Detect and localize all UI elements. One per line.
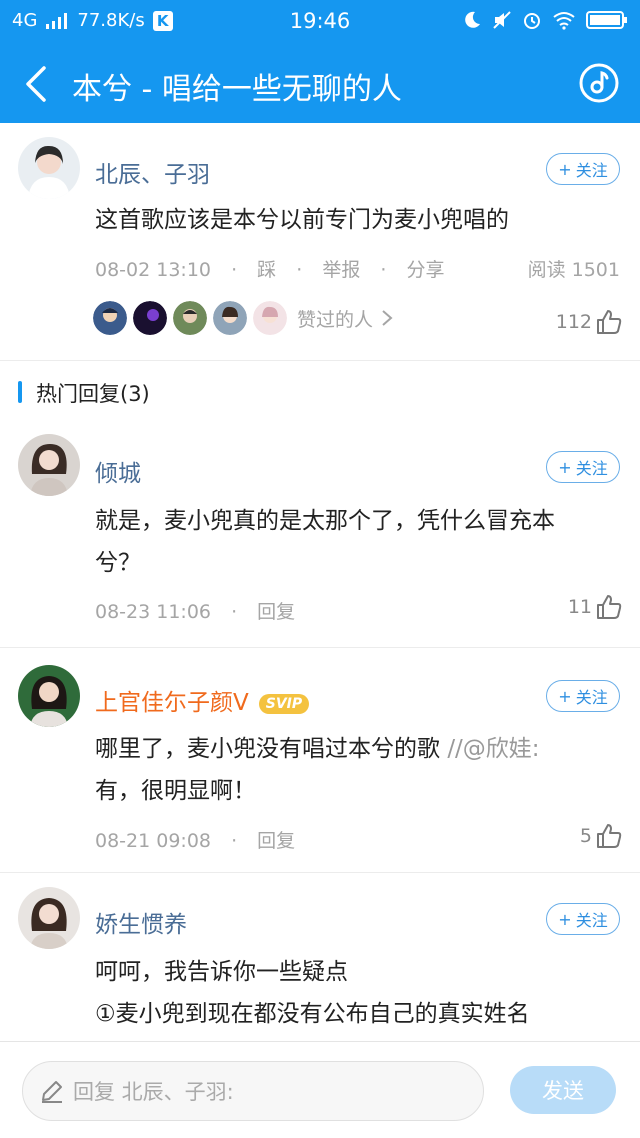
reply-text-continued: 有，很明显啊！ (95, 778, 256, 804)
avatar[interactable] (18, 434, 80, 496)
follow-button[interactable]: + 关注 (546, 680, 620, 712)
author-name[interactable]: 北辰、子羽 (95, 155, 210, 189)
svip-badge: SVIP (258, 693, 310, 714)
liker-avatar (253, 301, 287, 335)
thumbs-up-icon (597, 824, 622, 848)
separator-dot: · (231, 830, 238, 852)
pencil-icon (42, 1081, 62, 1103)
reply-input[interactable]: 回复 北辰、子羽: (22, 1061, 484, 1121)
chevron-right-icon (382, 310, 393, 326)
liker-avatar (173, 301, 207, 335)
author-name-text: 上官佳尓子颜V (95, 690, 249, 716)
author-name[interactable]: 娇生惯养 (95, 905, 187, 939)
app-header: 4G 77.8K/s K 19:46 本兮 - 唱给一些无聊的人 (0, 0, 640, 123)
reply-text: 哪里了，麦小兜没有唱过本兮的歌 //@欣娃: 有，很明显啊！ (95, 728, 600, 812)
comment-text: 这首歌应该是本兮以前专门为麦小兜唱的 (95, 207, 509, 233)
section-title: 热门回复(3) (36, 382, 150, 406)
battery-icon (586, 11, 627, 29)
reply-item: 娇生惯养 + 关注 呵呵，我告诉你一些疑点 ①麦小兜到现在都没有公布自己的真实姓… (0, 873, 640, 1041)
liker-avatar (93, 301, 127, 335)
section-accent-bar (18, 381, 22, 403)
status-right (462, 10, 628, 30)
separator-dot: · (231, 601, 238, 623)
separator-dot: · (231, 259, 238, 281)
like-button[interactable]: 5 (580, 823, 622, 849)
avatar[interactable] (18, 137, 80, 199)
reply-quote: //@欣娃: (447, 736, 540, 762)
plus-icon: + (558, 909, 572, 929)
liker-avatar (213, 301, 247, 335)
back-arrow-icon[interactable] (18, 62, 58, 106)
comment-thread: 北辰、子羽 + 关注 这首歌应该是本兮以前专门为麦小兜唱的 08-02 13:1… (0, 123, 640, 1041)
page-title: 本兮 - 唱给一些无聊的人 (72, 72, 402, 107)
mute-icon (493, 11, 511, 29)
reply-date: 08-21 09:08 (95, 830, 212, 852)
reply-item: 倾城 + 关注 就是，麦小兜真的是太那个了，凭什么冒充本兮？ 08-23 11:… (0, 429, 640, 648)
separator-dot: · (380, 259, 387, 281)
follow-label: 关注 (575, 459, 608, 478)
follow-button[interactable]: + 关注 (546, 153, 620, 185)
report-action[interactable]: 举报 (322, 259, 360, 281)
thumbs-up-icon (597, 310, 622, 334)
music-note-icon[interactable] (578, 62, 620, 104)
separator-dot: · (296, 259, 303, 281)
follow-label: 关注 (575, 688, 608, 707)
avatar[interactable] (18, 665, 80, 727)
main-comment: 北辰、子羽 + 关注 这首歌应该是本兮以前专门为麦小兜唱的 08-02 13:1… (0, 123, 640, 361)
status-bar: 4G 77.8K/s K 19:46 (0, 0, 640, 44)
like-button[interactable]: 112 (556, 309, 622, 335)
likers-label: 赞过的人 (297, 308, 374, 331)
alarm-icon (524, 13, 540, 29)
reply-text-line: 呵呵，我告诉你一些疑点 (95, 959, 348, 985)
plus-icon: + (558, 686, 572, 706)
likers-row[interactable]: 赞过的人 (93, 301, 395, 335)
send-button[interactable]: 发送 (510, 1066, 616, 1114)
reply-date: 08-23 11:06 (95, 601, 212, 623)
dislike-action[interactable]: 踩 (257, 259, 276, 281)
reply-text-line: ①麦小兜到现在都没有公布自己的真实姓名 (95, 1001, 530, 1027)
share-action[interactable]: 分享 (406, 259, 444, 281)
like-count: 11 (567, 596, 592, 618)
author-name[interactable]: 倾城 (95, 454, 141, 488)
reply-meta: 08-21 09:08 · 回复 (95, 826, 295, 853)
liker-avatar (133, 301, 167, 335)
wifi-icon (553, 12, 575, 30)
plus-icon: + (558, 159, 572, 179)
read-count: 阅读 1501 (527, 259, 620, 281)
follow-button[interactable]: + 关注 (546, 903, 620, 935)
comment-meta: 08-02 13:10 · 踩 · 举报 · 分享 (95, 255, 444, 282)
hot-replies-header: 热门回复(3) (0, 361, 640, 429)
like-count: 112 (555, 311, 592, 333)
like-count: 5 (579, 825, 592, 847)
follow-label: 关注 (575, 161, 608, 180)
reply-text: 就是，麦小兜真的是太那个了，凭什么冒充本兮？ (95, 508, 555, 576)
plus-icon: + (558, 457, 572, 477)
follow-label: 关注 (575, 911, 608, 930)
reply-item: 上官佳尓子颜V SVIP + 关注 哪里了，麦小兜没有唱过本兮的歌 //@欣娃: … (0, 648, 640, 873)
nav-bar: 本兮 - 唱给一些无聊的人 (0, 44, 640, 123)
author-name-vip[interactable]: 上官佳尓子颜V SVIP (95, 683, 310, 717)
avatar[interactable] (18, 887, 80, 949)
reply-action[interactable]: 回复 (257, 830, 295, 852)
reply-text-main: 哪里了，麦小兜没有唱过本兮的歌 (95, 736, 448, 762)
reply-placeholder: 回复 北辰、子羽: (73, 1080, 234, 1104)
follow-button[interactable]: + 关注 (546, 451, 620, 483)
moon-icon (465, 11, 480, 28)
reply-action[interactable]: 回复 (257, 601, 295, 623)
thumbs-up-icon (597, 595, 622, 619)
like-button[interactable]: 11 (568, 594, 622, 620)
comment-date: 08-02 13:10 (95, 259, 212, 281)
reply-meta: 08-23 11:06 · 回复 (95, 597, 295, 624)
reply-composer: 回复 北辰、子羽: 发送 (0, 1041, 640, 1138)
reply-text: 呵呵，我告诉你一些疑点 ①麦小兜到现在都没有公布自己的真实姓名 (95, 951, 620, 1035)
